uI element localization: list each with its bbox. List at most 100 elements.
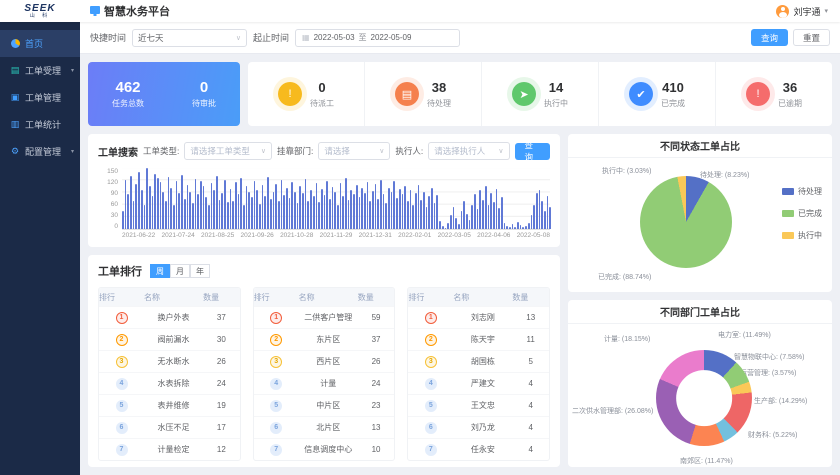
bar [213,190,215,229]
bar [412,205,414,229]
bar [133,201,135,229]
platform-icon [90,6,100,16]
date-range-picker[interactable]: ▦ 2022-05-03 至 2022-05-09 [295,29,460,47]
tab-year[interactable]: 年 [190,264,210,278]
user-menu[interactable]: 刘宇通 ▾ [776,5,840,18]
bar [205,197,207,229]
smart-water-dashboard: SEEK 山 科 智慧水务平台 刘宇通 ▾ 首页 ▤ 工单受理 ▾ ▣ [0,0,840,475]
rank-count: 4 [512,423,549,432]
reset-button[interactable]: 重置 [793,29,830,46]
bar [407,201,409,229]
col-header-rank: 排行 [254,292,299,303]
rank-count: 4 [512,445,549,454]
status-pie-chart [640,176,732,268]
bar [461,211,463,229]
bar [316,183,318,229]
user-name: 刘宇通 [793,5,820,18]
bar [426,207,428,229]
bar [329,199,331,229]
bar [299,186,301,229]
sidebar-item-label: 配置管理 [25,145,61,158]
legend-item: 已完成 [782,208,822,219]
rank-count: 19 [203,401,240,410]
bar [549,207,551,229]
bar [399,189,401,229]
table-row: 7计量检定12 [99,438,240,460]
bar [273,192,275,229]
bar [176,181,178,229]
bar [477,209,479,229]
col-header-qty: 数量 [358,292,395,303]
department-placeholder: 请选择 [324,145,350,157]
rank-badge: 6 [270,422,282,434]
bar [463,201,465,229]
chevron-down-icon: ∨ [261,147,266,155]
bar [431,188,433,229]
clipboard-icon: ▣ [10,93,20,103]
status-pie-card: 不同状态工单占比 执行中: (3.03%) 待处理: (8.23%) 已完成: … [568,134,832,292]
document-icon: ▤ [10,66,20,76]
sidebar-item-work-order-management[interactable]: ▣ 工单管理 [0,84,80,111]
sidebar-item-configuration[interactable]: ⚙ 配置管理 ▾ [0,138,80,165]
bar [479,190,481,229]
table-row: 6水压不足17 [99,416,240,438]
bar [445,228,447,229]
bar [173,205,175,229]
tab-week[interactable]: 周 [150,264,170,278]
bar [240,178,242,229]
col-header-rank: 排行 [408,292,453,303]
bar [286,188,288,229]
rank-name: 刘志刚 [453,312,512,323]
stat-value: 0 [318,80,325,95]
bar [474,194,476,229]
home-pie-icon [10,39,20,49]
work-order-search-card: 工单搜索 工单类型: 请选择工单类型 ∨ 挂靠部门: 请选择 ∨ [88,134,560,247]
bar [340,183,342,229]
y-axis-labels: 1501209060300 [98,168,118,230]
total-tasks-label: 任务总数 [112,98,144,109]
bar [243,205,245,229]
quick-time-select[interactable]: 近七天 ∨ [132,29,247,47]
rank-count: 4 [512,379,549,388]
bar [517,222,519,229]
table-row: 3无水断水26 [99,350,240,372]
bar [232,201,234,229]
bar [471,205,473,229]
sidebar-item-home[interactable]: 首页 [0,30,80,57]
executor-placeholder: 请选择执行人 [434,145,485,157]
search-button[interactable]: 查询 [751,29,788,46]
bar [313,196,315,229]
bar [200,181,202,229]
bar [160,182,162,229]
department-select[interactable]: 请选择 ∨ [318,142,390,160]
bar [450,215,452,229]
rank-name: 东片区 [299,334,358,345]
bar [221,193,223,229]
col-header-rank: 排行 [99,292,144,303]
bar [345,178,347,229]
stat-label: 已逾期 [778,98,802,109]
total-tasks-card: 462 任务总数 0 待审批 [88,62,240,126]
work-order-type-select[interactable]: 请选择工单类型 ∨ [184,142,272,160]
donut-label-iot-center: 智慧物联中心: (7.58%) [734,352,804,362]
bar [388,188,390,229]
bar [154,174,156,229]
stat-label: 待处理 [427,98,451,109]
bar [380,180,382,229]
table-row: 7任永安4 [408,438,549,460]
bar [493,202,495,229]
bar [146,168,148,229]
sidebar-item-work-order-acceptance[interactable]: ▤ 工单受理 ▾ [0,57,80,84]
query-button[interactable]: 查询 [515,143,551,160]
warning-icon: ! [278,82,302,106]
bar [377,199,379,230]
sidebar-item-work-order-statistics[interactable]: ▥ 工单统计 [0,111,80,138]
executor-select[interactable]: 请选择执行人 ∨ [428,142,509,160]
bar [404,186,406,229]
rank-badge: 1 [425,312,437,324]
tab-month[interactable]: 月 [170,264,190,278]
bar [297,203,299,229]
rank-name: 二供客户管理 [299,312,358,323]
table-row: 4严建文4 [408,372,549,394]
bar [442,226,444,229]
